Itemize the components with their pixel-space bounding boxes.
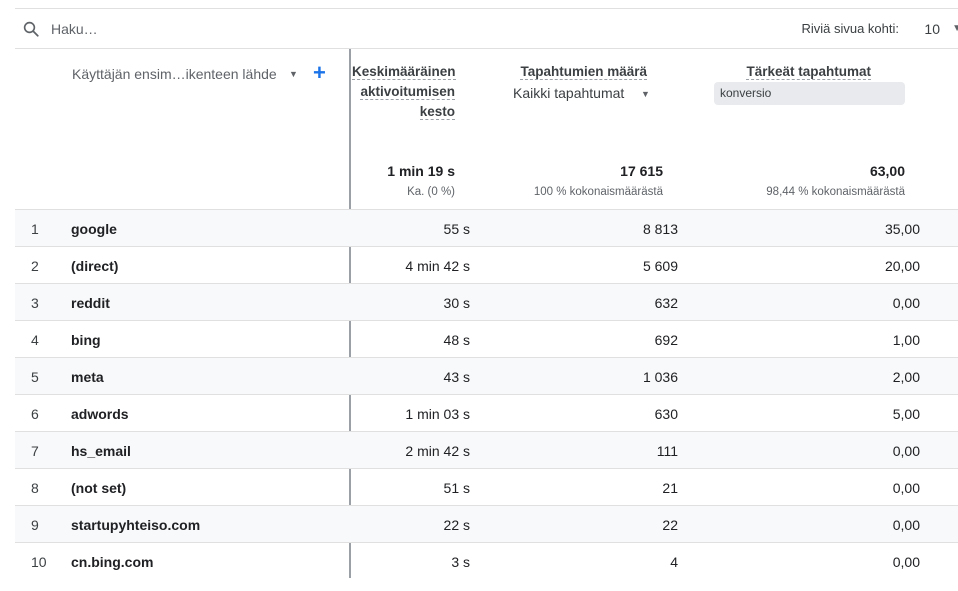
cell-event-count: 632 (654, 295, 678, 311)
search-icon[interactable] (22, 20, 40, 38)
event-filter-select[interactable]: Kaikki tapahtumat (513, 85, 624, 101)
header-line: Keskimääräinen (352, 64, 456, 80)
cell-event-count: 22 (662, 517, 678, 533)
table-row[interactable]: 4 bing 48 s 692 1,00 (15, 321, 958, 358)
rows-per-page-select[interactable]: 10 (924, 21, 940, 37)
total-subtext: 100 % kokonaismäärästä (533, 186, 663, 198)
table-toolbar: Riviä sivua kohti: 10 ▼ (15, 9, 958, 49)
table-row[interactable]: 1 google 55 s 8 813 35,00 (15, 210, 958, 247)
row-index: 9 (31, 517, 39, 533)
cell-avg-engagement: 3 s (451, 554, 470, 570)
cell-event-count: 5 609 (642, 258, 678, 274)
metric-header-key-events[interactable]: Tärkeät tapahtumat (690, 62, 871, 82)
row-index: 3 (31, 295, 39, 311)
cell-event-count: 21 (662, 480, 678, 496)
cell-key-events: 35,00 (884, 221, 920, 237)
row-source: meta (71, 369, 104, 385)
header-label: Tapahtumien määrä (520, 64, 647, 80)
row-source: adwords (71, 406, 129, 422)
cell-event-count: 692 (654, 332, 678, 348)
row-index: 1 (31, 221, 39, 237)
cell-avg-engagement: 48 s (443, 332, 470, 348)
cell-key-events: 0,00 (892, 480, 920, 496)
caret-down-icon[interactable]: ▼ (952, 23, 958, 34)
cell-avg-engagement: 1 min 03 s (405, 406, 470, 422)
total-subtext: 98,44 % kokonaismäärästä (766, 186, 905, 198)
table-body: 1 google 55 s 8 813 35,00 2 (direct) 4 m… (15, 210, 958, 579)
row-source: (direct) (71, 258, 119, 274)
metric-header-event-count[interactable]: Tapahtumien määrä (470, 62, 647, 82)
table-row[interactable]: 10 cn.bing.com 3 s 4 0,00 (15, 543, 958, 579)
caret-down-icon[interactable]: ▼ (289, 69, 298, 79)
header-label: Tärkeät tapahtumat (746, 64, 871, 80)
table-row[interactable]: 6 adwords 1 min 03 s 630 5,00 (15, 395, 958, 432)
cell-avg-engagement: 4 min 42 s (405, 258, 470, 274)
row-source: (not set) (71, 480, 127, 496)
row-source: bing (71, 332, 101, 348)
cell-event-count: 4 (670, 554, 678, 570)
cell-event-count: 630 (654, 406, 678, 422)
cell-key-events: 0,00 (892, 517, 920, 533)
row-source: hs_email (71, 443, 131, 459)
cell-key-events: 0,00 (892, 295, 920, 311)
row-index: 7 (31, 443, 39, 459)
header-line: kesto (419, 104, 455, 120)
total-value: 63,00 (869, 163, 905, 179)
header-line: aktivoitumisen (360, 84, 455, 100)
cell-key-events: 1,00 (892, 332, 920, 348)
total-subtext: Ka. (0 %) (407, 186, 455, 198)
total-value: 17 615 (620, 163, 663, 179)
row-index: 6 (31, 406, 39, 422)
table-row[interactable]: 8 (not set) 51 s 21 0,00 (15, 469, 958, 506)
metric-header-avg-engagement[interactable]: Keskimääräinen aktivoitumisen kesto (352, 62, 456, 122)
row-source: startupyhteiso.com (71, 517, 201, 533)
cell-avg-engagement: 51 s (443, 480, 470, 496)
cell-avg-engagement: 22 s (443, 517, 470, 533)
row-index: 10 (31, 554, 47, 570)
caret-down-icon[interactable]: ▼ (641, 89, 650, 99)
add-dimension-button[interactable]: + (313, 59, 326, 87)
table-row[interactable]: 9 startupyhteiso.com 22 s 22 0,00 (15, 506, 958, 543)
cell-event-count: 8 813 (642, 221, 678, 237)
row-source: google (71, 221, 117, 237)
cell-event-count: 1 036 (642, 369, 678, 385)
table-row[interactable]: 7 hs_email 2 min 42 s 111 0,00 (15, 432, 958, 469)
cell-key-events: 20,00 (884, 258, 920, 274)
row-index: 2 (31, 258, 39, 274)
row-index: 4 (31, 332, 39, 348)
table-row[interactable]: 5 meta 43 s 1 036 2,00 (15, 358, 958, 395)
cell-key-events: 2,00 (892, 369, 920, 385)
search-input[interactable] (51, 19, 351, 39)
metric-header-truncated[interactable] (951, 62, 958, 85)
cell-avg-engagement: 30 s (443, 295, 470, 311)
divider (15, 48, 958, 49)
cell-avg-engagement: 2 min 42 s (405, 443, 470, 459)
total-value: 1 min 19 s (387, 163, 455, 179)
row-source: cn.bing.com (71, 554, 154, 570)
row-index: 5 (31, 369, 39, 385)
cell-key-events: 5,00 (892, 406, 920, 422)
table-row[interactable]: 3 reddit 30 s 632 0,00 (15, 284, 958, 321)
cell-key-events: 0,00 (892, 554, 920, 570)
cell-avg-engagement: 43 s (443, 369, 470, 385)
cell-avg-engagement: 55 s (443, 221, 470, 237)
rows-per-page-label: Riviä sivua kohti: (801, 21, 899, 36)
row-index: 8 (31, 480, 39, 496)
dimension-header[interactable]: Käyttäjän ensim…ikenteen lähde (72, 66, 277, 82)
key-event-filter[interactable]: konversio (714, 82, 905, 105)
cell-event-count: 111 (656, 443, 678, 459)
cell-key-events: 0,00 (892, 443, 920, 459)
row-source: reddit (71, 295, 110, 311)
table-row[interactable]: 2 (direct) 4 min 42 s 5 609 20,00 (15, 247, 958, 284)
